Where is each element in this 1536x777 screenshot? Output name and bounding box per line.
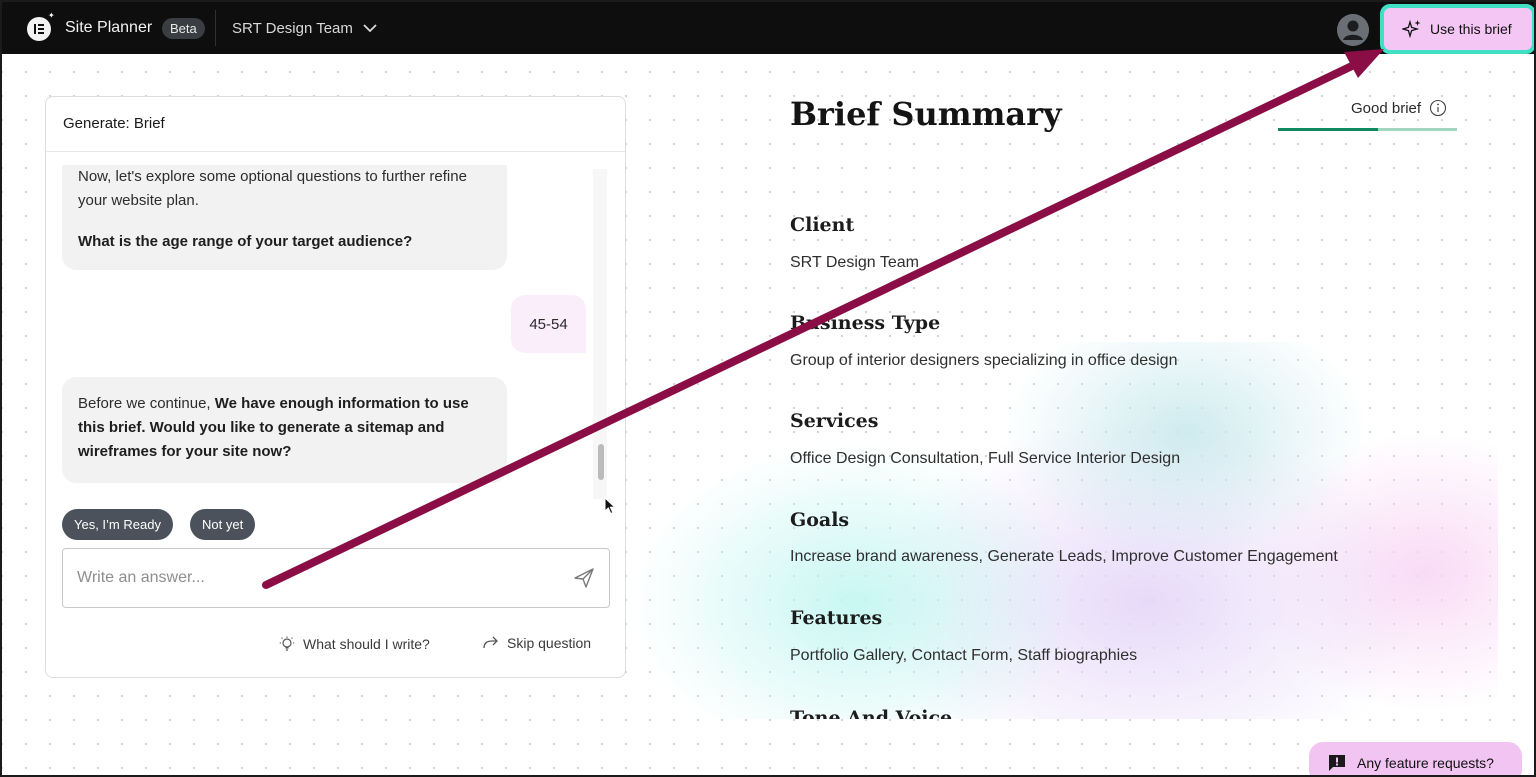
answer-field[interactable] [62, 548, 610, 608]
info-icon[interactable] [1429, 99, 1447, 117]
bot-message: Before we continue, We have enough infor… [62, 377, 507, 483]
sparkle-icon: ✦ [48, 11, 55, 20]
user-icon [1337, 14, 1369, 46]
elementor-logo-icon [27, 17, 51, 41]
section-text-services: Office Design Consultation, Full Service… [790, 450, 1181, 467]
skip-question-label: Skip question [507, 635, 592, 651]
chat-panel: Generate: Brief Now, let's explore some … [45, 96, 626, 678]
bot-message-prefix: Before we continue, [78, 395, 215, 412]
answer-input[interactable] [77, 569, 547, 587]
use-this-brief-button[interactable]: Use this brief [1380, 4, 1534, 54]
bot-message: Now, let's explore some optional questio… [62, 165, 507, 270]
redo-arrow-icon [483, 636, 498, 649]
feature-requests-label: Any feature requests? [1357, 755, 1494, 771]
brief-quality-label: Good brief [1351, 99, 1422, 117]
topbar-divider [215, 10, 216, 46]
chip-not-yet[interactable]: Not yet [190, 509, 256, 540]
feature-requests-button[interactable]: Any feature requests? [1309, 742, 1522, 775]
chat-header: Generate: Brief [46, 97, 625, 152]
beta-badge: Beta [162, 18, 205, 39]
section-text-client: SRT Design Team [790, 254, 919, 271]
what-should-i-write-button[interactable]: What should I write? [278, 635, 430, 653]
app-title: Site Planner [65, 19, 153, 36]
section-text-goals: Increase brand awareness, Generate Leads… [790, 548, 1338, 565]
section-text-features: Portfolio Gallery, Contact Form, Staff b… [790, 647, 1138, 664]
section-title-business-type: Business Type [790, 312, 941, 334]
what-should-i-write-label: What should I write? [303, 636, 430, 652]
use-this-brief-label: Use this brief [1430, 21, 1512, 37]
app-frame: ✦ Site Planner Beta SRT Design Team Use … [0, 0, 1536, 777]
chat-scroll-thumb[interactable] [598, 444, 604, 480]
team-name: SRT Design Team [232, 20, 353, 37]
brief-summary-title: Brief Summary [790, 95, 1062, 133]
summary-clip: Tone And Voice [790, 702, 1490, 719]
skip-question-button[interactable]: Skip question [482, 635, 591, 651]
bot-question: What is the age range of your target aud… [78, 233, 413, 250]
mouse-cursor-icon [604, 497, 616, 515]
brief-quality: Good brief [1351, 99, 1447, 117]
section-title-goals: Goals [790, 509, 850, 531]
bot-message-text: Now, let's explore some optional questio… [78, 168, 467, 209]
top-bar: ✦ Site Planner Beta SRT Design Team Use … [2, 2, 1534, 54]
team-selector[interactable]: SRT Design Team [232, 20, 377, 37]
user-message: 45-54 [511, 295, 586, 353]
feedback-icon [1329, 755, 1345, 771]
section-text-business-type: Group of interior designers specializing… [790, 352, 1178, 369]
chevron-down-icon [363, 24, 377, 33]
sparkles-icon [1402, 19, 1421, 39]
section-title-services: Services [790, 410, 879, 432]
section-title-tone-and-voice: Tone And Voice [790, 707, 953, 719]
send-icon[interactable] [573, 567, 595, 589]
brief-quality-meter-fill [1278, 128, 1378, 131]
lightbulb-icon [279, 636, 295, 651]
user-avatar[interactable] [1337, 14, 1369, 46]
chip-yes-ready[interactable]: Yes, I’m Ready [62, 509, 173, 540]
section-title-client: Client [790, 214, 855, 236]
section-title-features: Features [790, 607, 883, 629]
